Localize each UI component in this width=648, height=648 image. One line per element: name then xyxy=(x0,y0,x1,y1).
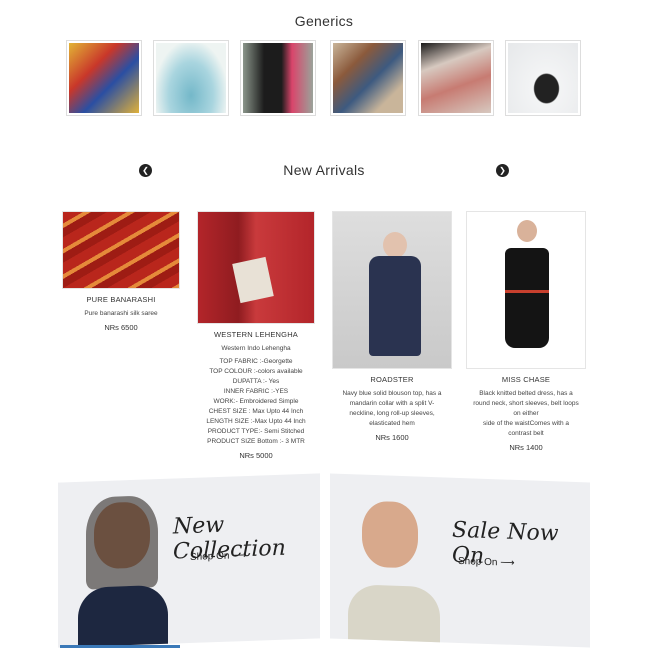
model-photo xyxy=(340,480,440,648)
product-name: ROADSTER xyxy=(370,375,414,384)
product-card-western-lehengha[interactable]: WESTERN LEHENGHA Western Indo Lehengha T… xyxy=(196,211,316,460)
sale-banner[interactable]: Sale Now On Shop On ⟶ xyxy=(330,473,590,648)
shop-on-link[interactable]: Shop On ⟶ xyxy=(458,556,515,569)
new-arrivals-title: New Arrivals xyxy=(283,162,365,178)
product-description: Navy blue solid blouson top, has a manda… xyxy=(342,390,442,427)
product-card-miss-chase[interactable]: MISS CHASE Black knitted belted dress, h… xyxy=(465,211,587,452)
product-name: WESTERN LEHENGHA xyxy=(213,330,299,339)
product-description: Black knitted belted dress, has a round … xyxy=(473,390,579,437)
sandals-image xyxy=(421,43,491,113)
product-price: NRs 1400 xyxy=(509,443,543,452)
shop-on-link[interactable]: Shop On ⟶ xyxy=(190,550,247,563)
lehengha-image xyxy=(197,211,315,324)
new-collection-banner[interactable]: New Collection Shop On ⟶ xyxy=(58,473,320,648)
dress-image xyxy=(466,211,586,369)
handbag-image xyxy=(508,43,578,113)
generic-item-6[interactable] xyxy=(505,40,581,116)
generic-item-5[interactable] xyxy=(418,40,494,116)
chevron-right-icon[interactable]: ❯ xyxy=(496,164,509,177)
product-description: Western Indo Lehengha TOP FABRIC :-Georg… xyxy=(206,345,306,445)
generic-item-3[interactable] xyxy=(240,40,316,116)
generic-item-2[interactable] xyxy=(153,40,229,116)
product-card-roadster[interactable]: ROADSTER Navy blue solid blouson top, ha… xyxy=(331,211,453,442)
lehenga-image xyxy=(156,43,226,113)
product-description: Pure banarashi silk saree xyxy=(84,310,158,317)
generic-item-1[interactable] xyxy=(66,40,142,116)
product-card-pure-banarashi[interactable]: PURE BANARASHI Pure banarashi silk saree… xyxy=(62,211,180,332)
generic-item-4[interactable] xyxy=(330,40,406,116)
product-name: MISS CHASE xyxy=(501,375,551,384)
product-name: PURE BANARASHI xyxy=(86,295,156,304)
model-photo xyxy=(72,495,172,648)
generics-title: Generics xyxy=(294,13,354,29)
chevron-left-icon[interactable]: ❮ xyxy=(139,164,152,177)
outfit-flatlay-image xyxy=(333,43,403,113)
gown-image xyxy=(243,43,313,113)
fabric-bundle-image xyxy=(69,43,139,113)
saree-image xyxy=(62,211,180,289)
product-price: NRs 1600 xyxy=(375,433,409,442)
product-price: NRs 6500 xyxy=(104,323,138,332)
roadster-top-image xyxy=(332,211,452,369)
product-price: NRs 5000 xyxy=(239,451,273,460)
